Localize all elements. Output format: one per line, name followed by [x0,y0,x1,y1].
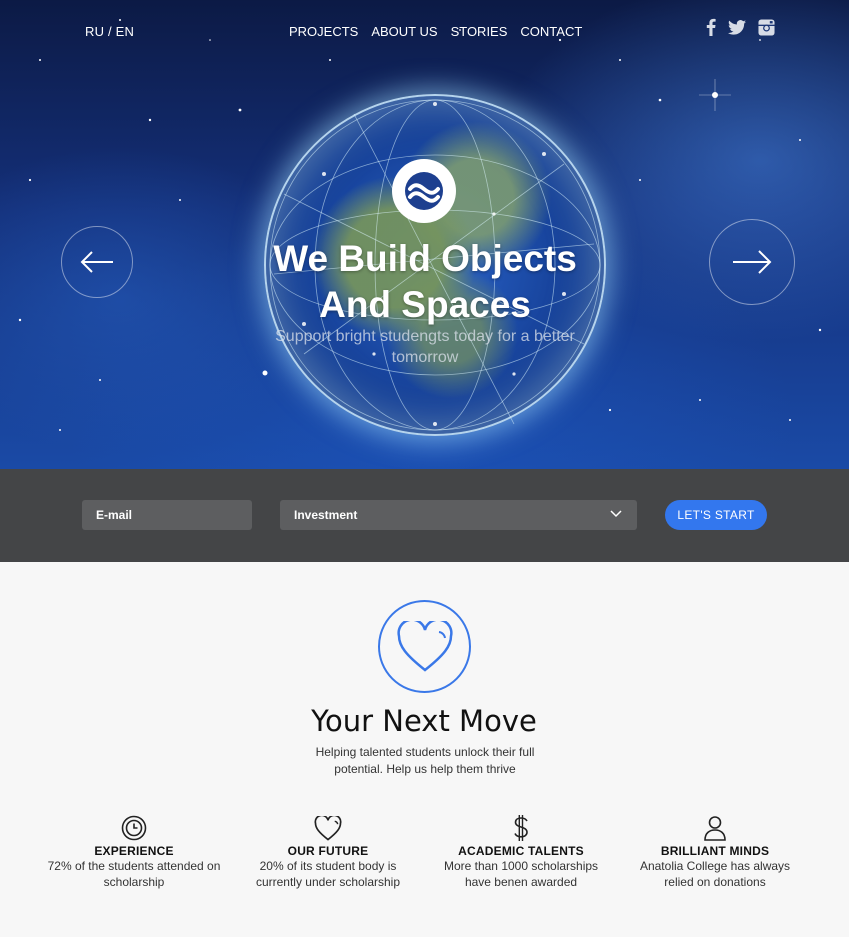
main-nav: PROJECTS ABOUT US STORIES CONTACT [289,24,582,39]
section-title: Your Next Move [311,704,537,738]
social-links [706,18,775,41]
feature-title: EXPERIENCE [94,844,174,858]
feature-description: More than 1000 scholarships have benen a… [443,859,599,889]
brand-logo[interactable] [392,159,456,223]
section-subtitle: Helping talented students unlock their f… [315,745,535,776]
feature-description: 72% of the students attended on scholars… [47,859,221,889]
lets-start-button[interactable]: LET'S START [665,500,767,530]
user-icon [704,816,726,841]
hero-subtitle: Support bright studengts today for a bet… [275,328,575,366]
feature-brilliant-minds: BRILLIANT MINDS Anatolia College has alw… [625,814,805,890]
slider-prev-button[interactable] [61,226,133,298]
wave-logo-icon [405,172,443,210]
investment-select-value: Investment [294,508,358,522]
language-switcher[interactable]: RU / EN [85,24,134,39]
nav-item-projects[interactable]: PROJECTS [289,24,358,39]
feature-title: ACADEMIC TALENTS [458,844,584,858]
arrow-right-icon [733,250,772,274]
arrow-left-icon [80,251,113,273]
instagram-icon[interactable] [758,18,775,41]
heart-icon [396,620,453,672]
dollar-icon [514,815,528,841]
email-field[interactable]: E-mail [82,500,252,530]
facebook-icon[interactable] [706,18,716,41]
feature-our-future: OUR FUTURE 20% of its student body is cu… [238,814,418,890]
hero-title-line1: We Build Objects [273,238,577,279]
nav-item-contact[interactable]: CONTACT [520,24,582,39]
feature-experience: EXPERIENCE 72% of the students attended … [44,814,224,890]
feature-description: Anatolia College has always relied on do… [639,859,791,889]
feature-description: 20% of its student body is currently und… [255,859,401,889]
nav-item-stories[interactable]: STORIES [451,24,508,39]
feature-academic-talents: ACADEMIC TALENTS More than 1000 scholars… [431,814,611,890]
investment-select[interactable]: Investment [280,500,637,530]
feature-title: BRILLIANT MINDS [660,844,770,858]
feature-title: OUR FUTURE [287,844,369,858]
hero-title-line2: And Spaces [319,284,531,325]
chevron-down-icon [610,510,622,518]
hero-section: RU / EN PROJECTS ABOUT US STORIES CONTAC… [0,0,849,469]
clock-icon [121,815,147,841]
heart-icon [314,815,342,841]
nav-item-about-us[interactable]: ABOUT US [371,24,437,39]
hero-title: We Build Objects And Spaces [240,236,610,328]
signup-bar: E-mail Investment LET'S START [0,469,849,562]
intro-heart-badge [378,600,471,693]
twitter-icon[interactable] [728,19,746,40]
slider-next-button[interactable] [709,219,795,305]
